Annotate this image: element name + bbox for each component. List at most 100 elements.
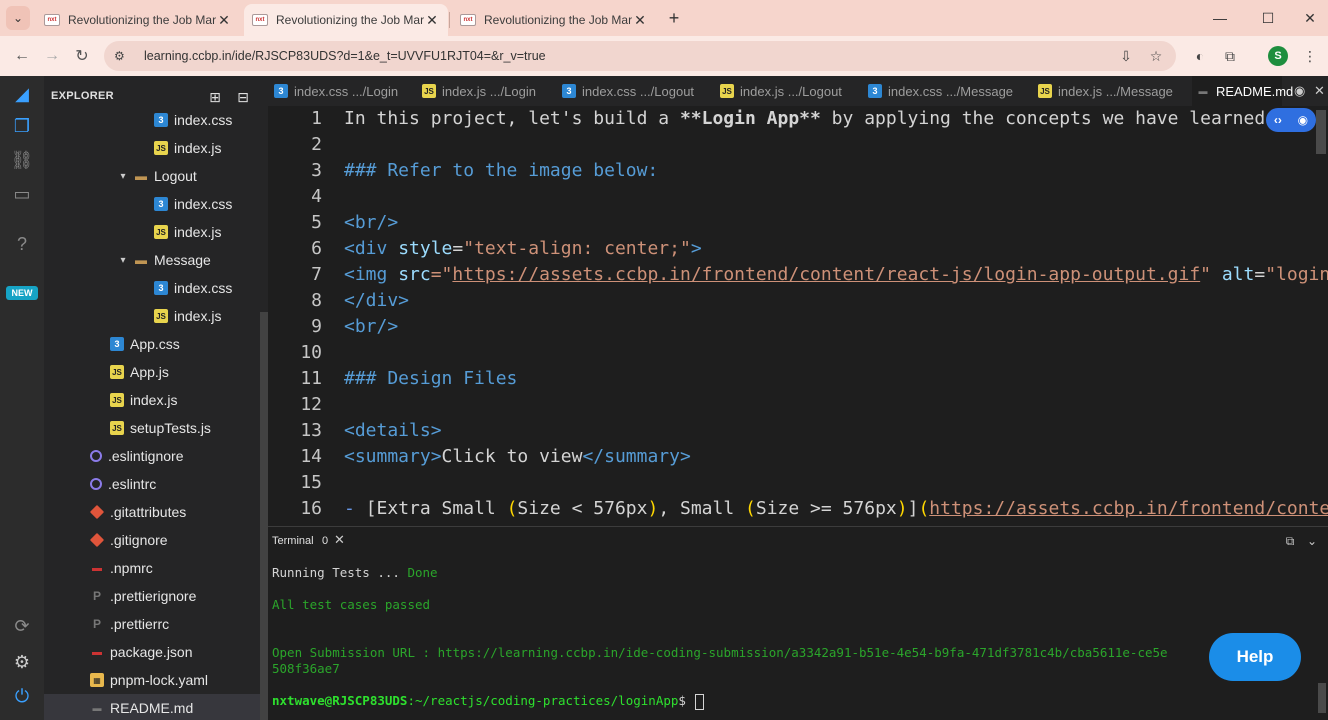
tree-file[interactable]: ▬ .npmrc (44, 554, 260, 582)
tree-file[interactable]: P .prettierrc (44, 610, 260, 638)
editor-tab[interactable]: JS index.js .../Message (1034, 76, 1177, 106)
editor-tab-name: index.js (740, 83, 785, 99)
close-icon[interactable]: ✕ (216, 12, 232, 29)
tree-file-label: package.json (110, 644, 193, 660)
code-editor[interactable]: 1 In this project, let's build a **Login … (268, 106, 1328, 526)
code-tag: <div (344, 238, 388, 259)
new-folder-icon[interactable]: ⊟ (232, 86, 254, 108)
reload-button[interactable]: ↻ (70, 44, 94, 68)
close-icon[interactable]: ✕ (334, 532, 345, 548)
tree-folder-label: Logout (154, 168, 197, 184)
back-button[interactable]: ← (10, 44, 34, 68)
maximize-button[interactable]: ☐ (1256, 6, 1280, 30)
line-number: 10 (300, 342, 322, 363)
tree-file-label: index.js (174, 224, 222, 240)
chat-icon[interactable]: ▭ (8, 180, 36, 208)
tree-file[interactable]: .gitignore (44, 526, 260, 554)
power-icon[interactable]: ⏻ (8, 682, 36, 710)
code-text: [Extra Small (365, 498, 507, 519)
terminal-line: 508f36ae7 (272, 661, 340, 676)
tree-file-label: index.js (174, 308, 222, 324)
editor-tab[interactable]: JS index.js .../Login (418, 76, 540, 106)
tab-search-button[interactable]: ⌄ (6, 6, 30, 30)
editor-tab-bar: 3 index.css .../Login JS index.js .../Logi… (268, 76, 1328, 106)
tree-file[interactable]: P .prettierignore (44, 582, 260, 610)
code-url-link[interactable]: https://assets.ccbp.in/frontend/content (929, 498, 1328, 519)
site-info-icon[interactable]: ⚙ (114, 49, 132, 63)
tree-file-selected[interactable]: ▬ README.md (44, 694, 260, 720)
chevron-down-icon: ⌄ (12, 11, 24, 25)
maximize-panel-icon[interactable]: ⧉ (1282, 533, 1298, 549)
tree-folder-logout[interactable]: ▾ ▬ Logout (44, 162, 260, 190)
question-icon[interactable]: ? (8, 230, 36, 258)
nxtwave-favicon: nxt (460, 14, 476, 26)
close-icon[interactable]: ✕ (1314, 76, 1325, 106)
close-icon[interactable]: ✕ (632, 12, 648, 29)
preview-eye-icon[interactable]: ◉ (1294, 76, 1305, 106)
explorer-files-icon[interactable]: ❐ (8, 112, 36, 140)
terminal-tab-title[interactable]: Terminal (272, 535, 314, 547)
terminal-line: All test cases passed (272, 597, 431, 612)
sidebar-scrollbar[interactable] (260, 312, 268, 720)
tree-file[interactable]: 3 index.css (44, 190, 260, 218)
editor-tab[interactable]: 3 index.css .../Message (864, 76, 1017, 106)
tree-file[interactable]: JS App.js (44, 358, 260, 386)
tree-file[interactable]: ▬ package.json (44, 638, 260, 666)
close-window-button[interactable]: ✕ (1298, 6, 1322, 30)
line-number: 8 (311, 290, 322, 311)
tree-folder-message[interactable]: ▾ ▬ Message (44, 246, 260, 274)
close-icon[interactable]: ✕ (424, 12, 440, 29)
editor-tab[interactable]: 3 index.css .../Logout (558, 76, 698, 106)
bookmark-star-icon[interactable]: ☆ (1144, 44, 1168, 68)
tree-file[interactable]: JS index.js (44, 134, 260, 162)
tree-file[interactable]: ▦ pnpm-lock.yaml (44, 666, 260, 694)
new-file-icon[interactable]: ⊞ (204, 86, 226, 108)
forward-button[interactable]: → (40, 44, 64, 68)
editor-tab-active[interactable]: ▬ README.md (1192, 76, 1293, 106)
tree-file[interactable]: JS setupTests.js (44, 414, 260, 442)
code-paren: ( (506, 498, 518, 519)
js-file-icon: JS (154, 309, 168, 323)
profile-avatar[interactable]: S (1268, 46, 1288, 66)
tree-file[interactable]: .eslintrc (44, 470, 260, 498)
link-icon[interactable]: ⛓ (8, 146, 36, 174)
editor-tab[interactable]: 3 index.css .../Login (270, 76, 402, 106)
browser-tab-3[interactable]: nxt Revolutionizing the Job Market ✕ (452, 4, 656, 36)
sync-icon[interactable]: ⟳ (8, 612, 36, 640)
editor-tab-name: README.md (1216, 83, 1294, 99)
code-url-link[interactable]: https://assets.ccbp.in/frontend/content/… (452, 264, 1200, 285)
help-button[interactable]: Help (1209, 633, 1301, 681)
tree-file[interactable]: JS index.js (44, 386, 260, 414)
tree-file[interactable]: JS index.js (44, 218, 260, 246)
tree-file-label: index.css (174, 196, 233, 212)
browser-tab-1[interactable]: nxt Revolutionizing the Job Market ✕ (36, 4, 240, 36)
preview-toggle-pill[interactable]: ‹› ◉ (1266, 108, 1316, 132)
code-text: , Small (658, 498, 746, 519)
tree-file[interactable]: JS index.js (44, 302, 260, 330)
terminal-scrollbar[interactable] (1318, 683, 1326, 713)
code-attr: style (387, 238, 453, 259)
editor-tab[interactable]: JS index.js .../Logout (716, 76, 846, 106)
install-app-icon[interactable]: ⇩ (1114, 44, 1138, 68)
js-file-icon: JS (720, 84, 734, 98)
prettier-icon: P (92, 617, 101, 631)
extension-icon[interactable]: ◐ (1188, 44, 1212, 68)
settings-gear-icon[interactable]: ⚙ (8, 648, 36, 676)
more-menu-icon[interactable]: ⋮ (1298, 44, 1322, 68)
tree-file[interactable]: 3 index.css (44, 106, 260, 134)
address-bar[interactable]: ⚙ learning.ccbp.in/ide/RJSCP83UDS?d=1&e_… (104, 41, 1176, 71)
terminal-submission-url[interactable]: Open Submission URL : https://learning.c… (272, 645, 1168, 660)
extensions-puzzle-icon[interactable]: ⧉ (1218, 44, 1242, 68)
tree-file[interactable]: .gitattributes (44, 498, 260, 526)
new-tab-button[interactable]: + (662, 6, 686, 30)
chevron-down-icon[interactable]: ⌄ (1304, 533, 1320, 549)
editor-scrollbar[interactable] (1316, 110, 1326, 154)
browser-tab-2[interactable]: nxt Revolutionizing the Job Market ✕ (244, 4, 448, 36)
markdown-file-icon: ▬ (92, 703, 102, 713)
tree-file[interactable]: 3 App.css (44, 330, 260, 358)
tree-file[interactable]: .eslintignore (44, 442, 260, 470)
tree-file-label: setupTests.js (130, 420, 211, 436)
minimize-button[interactable]: — (1208, 6, 1232, 30)
js-file-icon: JS (110, 421, 124, 435)
tree-file[interactable]: 3 index.css (44, 274, 260, 302)
